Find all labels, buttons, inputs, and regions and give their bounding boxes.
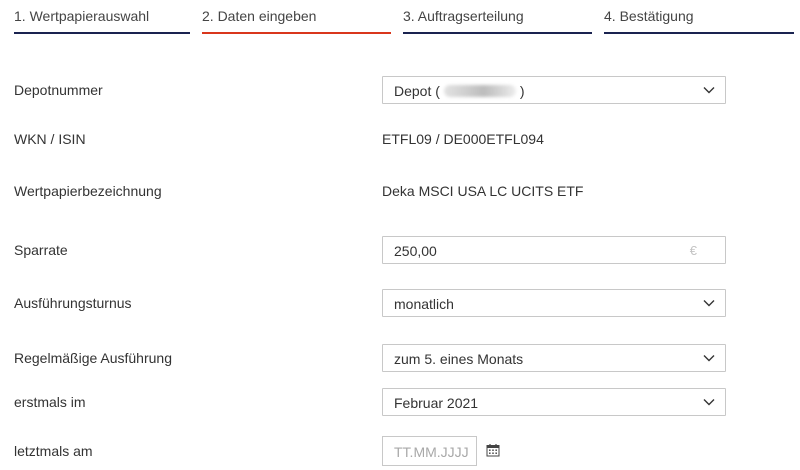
step-daten-eingeben[interactable]: 2. Daten eingeben — [202, 0, 391, 34]
step-label: 3. Auftragserteilung — [403, 8, 524, 24]
step-wertpapierauswahl[interactable]: 1. Wertpapierauswahl — [14, 0, 190, 34]
erstmals-select[interactable]: Februar 2021 — [382, 388, 726, 416]
security-name-label: Wertpapierbezeichnung — [14, 183, 162, 199]
erstmals-select-value: Februar 2021 — [394, 395, 479, 411]
step-underline — [14, 32, 190, 34]
depot-prefix: Depot ( — [394, 83, 440, 99]
step-label: 4. Bestätigung — [604, 8, 694, 24]
step-underline-active — [202, 32, 391, 34]
wkn-value: ETFL09 / DE000ETFL094 — [382, 131, 544, 147]
regelmaessige-ausfuehrung-select[interactable]: zum 5. eines Monats — [382, 344, 726, 372]
depot-select-value: Depot () — [394, 83, 525, 99]
step-underline — [604, 32, 794, 34]
sparrate-label: Sparrate — [14, 242, 68, 258]
depot-suffix: ) — [519, 83, 525, 99]
security-name-value: Deka MSCI USA LC UCITS ETF — [382, 183, 584, 199]
date-placeholder: TT.MM.JJJJ — [394, 444, 469, 460]
step-auftragserteilung[interactable]: 3. Auftragserteilung — [403, 0, 592, 34]
step-label: 1. Wertpapierauswahl — [14, 8, 150, 24]
step-bestaetigung[interactable]: 4. Bestätigung — [604, 0, 794, 34]
redacted-depot-number — [443, 85, 516, 97]
calendar-icon[interactable] — [486, 443, 500, 457]
letztmals-date-input[interactable]: TT.MM.JJJJ — [382, 436, 477, 466]
chevron-down-icon — [703, 399, 715, 406]
chevron-down-icon — [703, 300, 715, 307]
depot-label: Depotnummer — [14, 82, 103, 98]
euro-currency-symbol: € — [689, 243, 697, 258]
turnus-label: Ausführungsturnus — [14, 295, 132, 311]
wkn-label: WKN / ISIN — [14, 131, 86, 147]
step-label: 2. Daten eingeben — [202, 8, 317, 24]
depot-select[interactable]: Depot () — [382, 76, 726, 104]
regelmaessige-ausfuehrung-value: zum 5. eines Monats — [394, 351, 524, 367]
letztmals-label: letztmals am — [14, 443, 93, 459]
progress-steps: 1. Wertpapierauswahl 2. Daten eingeben 3… — [0, 0, 800, 40]
regelmaessige-ausfuehrung-label: Regelmäßige Ausführung — [14, 350, 172, 366]
chevron-down-icon — [703, 355, 715, 362]
turnus-select-value: monatlich — [394, 296, 454, 312]
sparrate-value: 250,00 — [394, 243, 437, 259]
chevron-down-icon — [703, 87, 715, 94]
sparrate-input[interactable]: 250,00 € — [382, 236, 726, 264]
turnus-select[interactable]: monatlich — [382, 289, 726, 317]
step-underline — [403, 32, 592, 34]
erstmals-label: erstmals im — [14, 394, 86, 410]
